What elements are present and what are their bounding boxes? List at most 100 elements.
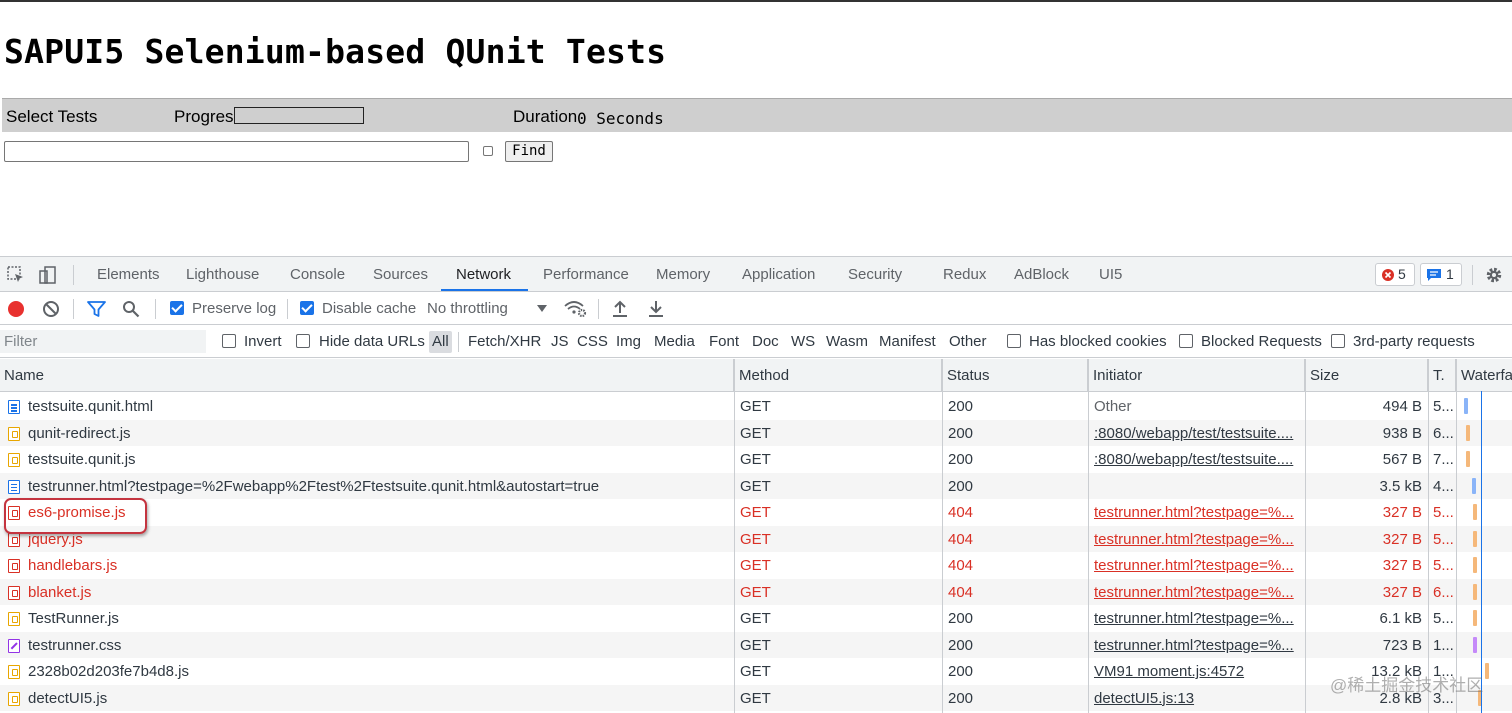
invert-checkbox[interactable] [222, 334, 236, 348]
tab-application[interactable]: Application [742, 257, 815, 292]
test-page: SAPUI5 Selenium-based QUnit Tests Select… [0, 0, 1512, 256]
column-waterfall[interactable]: Waterfa [1457, 359, 1512, 392]
script-file-icon [8, 559, 20, 573]
disable-cache-checkbox[interactable] [300, 301, 314, 315]
filter-type-doc[interactable]: Doc [752, 333, 779, 350]
request-initiator[interactable]: :8080/webapp/test/testsuite.... [1094, 420, 1299, 447]
request-initiator[interactable]: testrunner.html?testpage=%... [1094, 526, 1299, 553]
filter-type-fetch-xhr[interactable]: Fetch/XHR [468, 333, 541, 350]
request-row[interactable]: testrunner.html?testpage=%2Fwebapp%2Ftes… [0, 472, 1512, 500]
search-checkbox[interactable] [483, 146, 493, 156]
filter-type-other[interactable]: Other [949, 333, 987, 350]
request-initiator[interactable]: testrunner.html?testpage=%... [1094, 499, 1299, 526]
filter-type-img[interactable]: Img [616, 333, 641, 350]
dropdown-arrow-icon[interactable] [537, 305, 547, 312]
network-conditions-icon[interactable] [564, 299, 588, 319]
has-blocked-cookies-checkbox[interactable] [1007, 334, 1021, 348]
search-input[interactable] [4, 141, 469, 162]
tab-performance[interactable]: Performance [543, 257, 629, 292]
tab-lighthouse[interactable]: Lighthouse [186, 257, 259, 292]
request-size: 327 B [1382, 504, 1422, 521]
script-file-icon [8, 612, 20, 626]
message-count-badge[interactable]: 1 [1420, 263, 1462, 286]
request-initiator[interactable]: testrunner.html?testpage=%... [1094, 605, 1299, 632]
request-initiator[interactable]: testrunner.html?testpage=%... [1094, 579, 1299, 606]
request-initiator[interactable]: testrunner.html?testpage=%... [1094, 632, 1299, 659]
filter-type-manifest[interactable]: Manifest [879, 333, 936, 350]
column-status[interactable]: Status [943, 359, 1088, 392]
request-name: testrunner.css [28, 636, 122, 654]
request-initiator[interactable]: testrunner.html?testpage=%... [1094, 552, 1299, 579]
request-initiator [1094, 473, 1299, 500]
column-time[interactable]: T. [1429, 359, 1456, 392]
message-icon [1427, 269, 1441, 281]
request-initiator[interactable]: :8080/webapp/test/testsuite.... [1094, 446, 1299, 473]
tab-ui5[interactable]: UI5 [1099, 257, 1122, 292]
column-initiator[interactable]: Initiator [1089, 359, 1305, 392]
request-row[interactable]: es6-promise.js GET 404 testrunner.html?test… [0, 499, 1512, 526]
request-initiator[interactable]: detectUI5.js:13 [1094, 685, 1299, 712]
clear-icon[interactable] [42, 300, 60, 318]
waterfall-dom-content-loaded-line [1481, 391, 1482, 713]
tab-elements[interactable]: Elements [97, 257, 160, 292]
column-divider [1456, 359, 1457, 713]
filter-type-all[interactable]: All [429, 331, 452, 353]
toolbar-divider [598, 299, 599, 319]
select-tests-label[interactable]: Select Tests [6, 107, 97, 127]
filter-input[interactable]: Filter [0, 330, 206, 353]
request-method: GET [740, 504, 771, 521]
request-row[interactable]: 2328b02d203fe7b4d8.js GET 200 VM91 moment.j… [0, 658, 1512, 685]
tab-security[interactable]: Security [848, 257, 902, 292]
request-row[interactable]: testsuite.qunit.html GET 200 Other 494 B 5... [0, 393, 1512, 420]
hide-data-urls-checkbox[interactable] [296, 334, 310, 348]
filter-type-js[interactable]: JS [551, 333, 569, 350]
tab-memory[interactable]: Memory [656, 257, 710, 292]
request-row[interactable]: handlebars.js GET 404 testrunner.html?testp… [0, 552, 1512, 579]
device-toolbar-icon[interactable] [38, 265, 58, 285]
preserve-log-checkbox[interactable] [170, 301, 184, 315]
filter-funnel-icon[interactable] [87, 300, 106, 318]
request-time: 6... [1433, 583, 1454, 601]
request-row[interactable]: testsuite.qunit.js GET 200:8080/webapp/tes… [0, 446, 1512, 473]
request-row[interactable]: jquery.js GET 404 testrunner.html?testpage=… [0, 525, 1512, 553]
third-party-checkbox[interactable] [1331, 334, 1345, 348]
inspect-element-icon[interactable] [6, 265, 26, 285]
error-count-badge[interactable]: 5 [1375, 263, 1415, 286]
tab-redux[interactable]: Redux [943, 257, 986, 292]
column-name[interactable]: Name [0, 359, 734, 392]
column-method[interactable]: Method [735, 359, 942, 392]
tab-adblock[interactable]: AdBlock [1014, 257, 1069, 292]
column-size[interactable]: Size [1306, 359, 1428, 392]
request-name: testsuite.qunit.js [28, 451, 136, 468]
tab-network[interactable]: Network [456, 257, 511, 292]
filter-type-wasm[interactable]: Wasm [826, 333, 868, 350]
request-row[interactable]: TestRunner.js GET 200 testrunner.html?testp… [0, 605, 1512, 632]
request-row[interactable]: testrunner.css GET 200 testrunner.html?test… [0, 631, 1512, 659]
blocked-requests-checkbox[interactable] [1179, 334, 1193, 348]
find-button[interactable]: Find [505, 141, 553, 162]
filter-type-media[interactable]: Media [654, 333, 695, 350]
settings-gear-icon[interactable] [1484, 265, 1504, 285]
request-row[interactable]: qunit-redirect.js GET 200:8080/webapp/test… [0, 419, 1512, 447]
tab-console[interactable]: Console [290, 257, 345, 292]
request-initiator[interactable]: VM91 moment.js:4572 [1094, 658, 1299, 685]
import-har-icon[interactable] [612, 299, 628, 318]
filter-type-font[interactable]: Font [709, 333, 739, 350]
throttling-select[interactable]: No throttling [427, 300, 508, 317]
waterfall-bar [1473, 636, 1477, 653]
script-file-icon [8, 585, 20, 600]
search-icon[interactable] [122, 300, 140, 318]
waterfall-bar [1464, 398, 1468, 414]
filter-type-ws[interactable]: WS [791, 333, 815, 350]
request-method: GET [740, 477, 771, 495]
export-har-icon[interactable] [648, 299, 664, 318]
record-icon[interactable] [7, 300, 25, 318]
tab-sources[interactable]: Sources [373, 257, 428, 292]
filter-type-css[interactable]: CSS [577, 333, 608, 350]
hide-data-urls-label: Hide data URLs [319, 333, 425, 350]
request-time: 1... [1433, 636, 1454, 654]
request-method: GET [740, 451, 771, 468]
request-row[interactable]: detectUI5.js GET 200 detectUI5.js:13 2.8 kB 3… [0, 684, 1512, 712]
request-row[interactable]: blanket.js GET 404 testrunner.html?testpage… [0, 578, 1512, 606]
request-method: GET [740, 663, 771, 680]
